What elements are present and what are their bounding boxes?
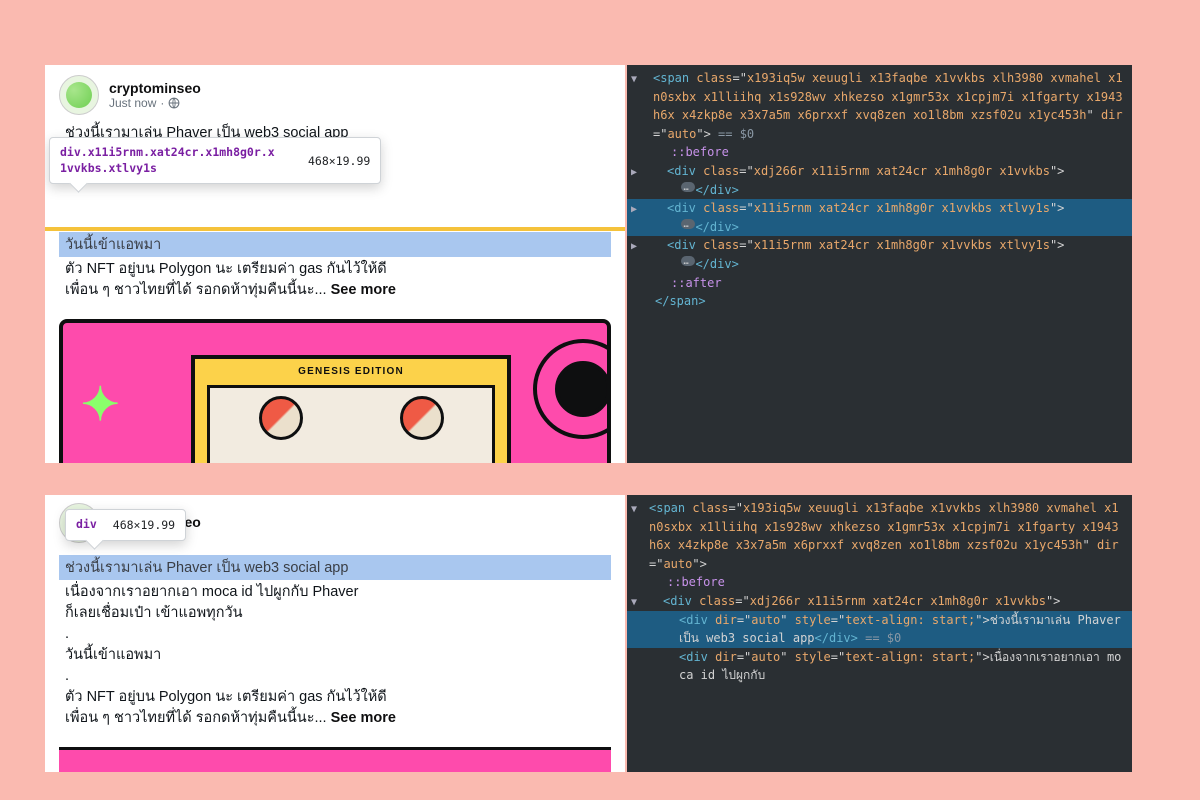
avatar[interactable] [59,75,99,115]
tooltip-selector: div.x11i5rnm.xat24cr.x1mh8g0r.x1vvkbs.xt… [60,145,280,176]
post: cryptominseo div 468×19.99 ช่วงนี้เรามาเ… [45,495,625,772]
post-line: เพื่อน ๆ ชาวไทยที่ได้ รอกดห้าทุ่มคืนนี้น… [65,708,611,729]
facebook-post-panel-top: cryptominseo Just now · ช่วงนี้เรามาเล่น… [45,65,625,463]
genesis-card: GENESIS EDITION [191,355,511,463]
code-attr-value[interactable]: xdj266r x11i5rnm xat24cr x1mh8g0r x1vvkb… [750,594,1046,608]
element-inspector-tooltip: div 468×19.99 [65,509,186,541]
post-header: cryptominseo Just now · [59,75,611,123]
post-line: เพื่อน ๆ ชาวไทยที่ได้ รอกดห้าทุ่มคืนนี้น… [65,280,611,301]
tooltip-selector: div [76,517,97,533]
post-line: วันนี้เข้าแอพมา [65,645,611,666]
post-image[interactable]: ✦ GENESIS EDITION [59,319,611,463]
tooltip-dimensions: 468×19.99 [113,518,175,532]
ellipsis-icon[interactable] [681,256,695,266]
globe-icon [168,97,180,109]
pseudo-after: ::after [671,276,722,290]
highlighted-text-line: วันนี้เข้าแอพมา [59,232,611,257]
post-line: ตัว NFT อยู่บน Polygon นะ เตรียมค่า gas … [65,687,611,708]
post-author[interactable]: cryptominseo [109,80,201,96]
ellipsis-icon[interactable] [681,219,695,229]
devtools-panel-top[interactable]: ▼<span class="x193iq5w xeuugli x13faqbe … [627,65,1132,463]
post-image-strip[interactable] [59,747,611,772]
post: cryptominseo Just now · ช่วงนี้เรามาเล่น… [45,65,625,463]
tooltip-dimensions: 468×19.99 [308,154,370,168]
post-body: เนื่องจากเราอยากเอา moca id ไปผูกกับ Pha… [59,580,611,729]
post-meta: Just now · [109,96,201,110]
facebook-post-panel-bottom: cryptominseo div 468×19.99 ช่วงนี้เรามาเ… [45,495,625,772]
post-line: ตัว NFT อยู่บน Polygon นะ เตรียมค่า gas … [65,259,611,280]
genesis-title: GENESIS EDITION [195,359,507,377]
element-inspector-tooltip: div.x11i5rnm.xat24cr.x1mh8g0r.x1vvkbs.xt… [49,137,381,184]
see-more-link[interactable]: See more [331,282,396,298]
pseudo-before: ::before [671,145,729,159]
selected-node-suffix: == $0 [858,631,901,645]
post-line: ก็เลยเชื่อมเป๋า เข้าแอพทุกวัน [65,603,611,624]
post-line: . [65,666,611,687]
post-line: เนื่องจากเราอยากเอา moca id ไปผูกกับ Pha… [65,582,611,603]
pseudo-before: ::before [667,575,725,589]
code-attr-value[interactable]: x11i5rnm xat24cr x1mh8g0r x1vvkbs xtlvy1… [754,238,1050,252]
sparkle-icon: ✦ [81,377,120,431]
selected-node-suffix: == $0 [711,127,754,141]
highlight-margin-strip [45,227,625,231]
ball-icon [259,396,303,440]
ring-shape [537,343,611,435]
ellipsis-icon[interactable] [681,182,695,192]
post-body: ตัว NFT อยู่บน Polygon นะ เตรียมค่า gas … [59,257,611,301]
selected-dom-node[interactable]: ▶<div class="x11i5rnm xat24cr x1mh8g0r x… [627,199,1132,236]
selected-dom-node[interactable]: <div dir="auto" style="text-align: start… [627,611,1132,648]
ball-icon [400,396,444,440]
see-more-link[interactable]: See more [331,710,396,726]
devtools-panel-bottom[interactable]: ▼<span class="x193iq5w xeuugli x13faqbe … [627,495,1132,772]
post-timestamp: Just now [109,96,156,110]
code-attr-value[interactable]: xdj266r x11i5rnm xat24cr x1mh8g0r x1vvkb… [754,164,1050,178]
highlighted-text-line: ช่วงนี้เรามาเล่น Phaver เป็น web3 social… [59,555,611,580]
dom-node[interactable]: <div dir="auto" style="text-align: start… [627,648,1132,685]
post-line: . [65,624,611,645]
